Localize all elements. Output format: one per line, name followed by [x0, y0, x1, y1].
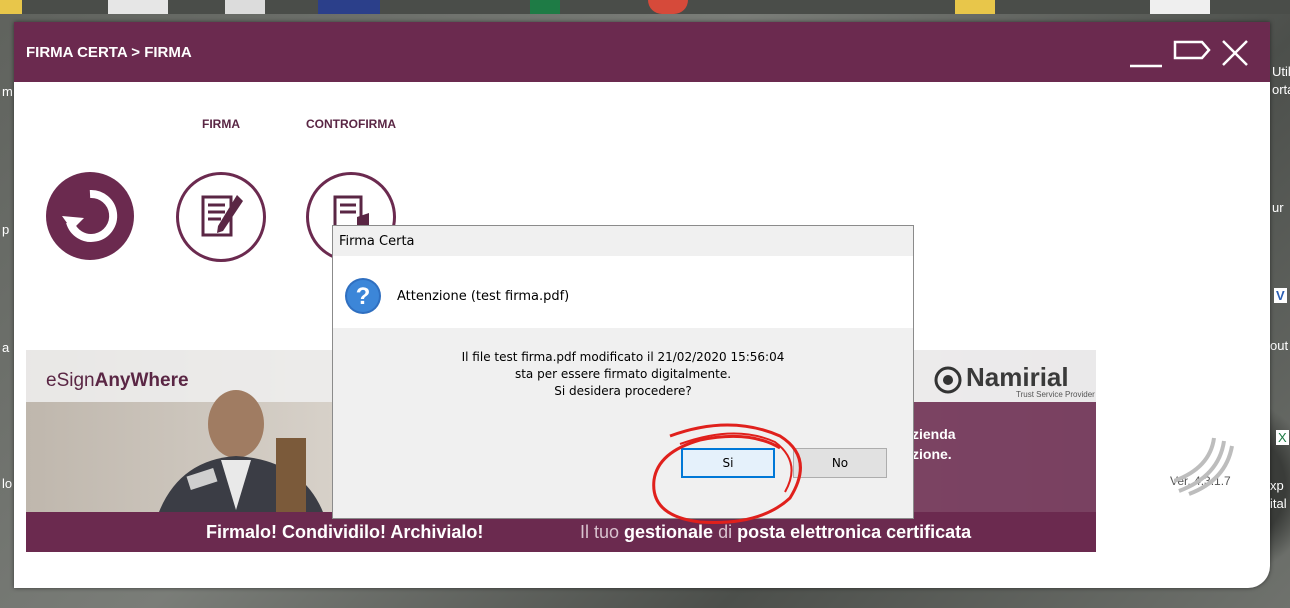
esignanywhere-logo: eSignAnyWhere: [46, 370, 189, 391]
desktop-label: Util: [1272, 64, 1290, 79]
close-icon[interactable]: [1220, 38, 1250, 68]
namirial-subtitle: Trust Service Provider: [1016, 390, 1095, 399]
firma-button[interactable]: [176, 172, 266, 262]
sign-document-icon: [201, 195, 243, 237]
document-icon[interactable]: [1150, 0, 1210, 14]
dialog-title: Firma Certa: [339, 234, 415, 249]
document-icon[interactable]: [225, 0, 265, 14]
excel-icon[interactable]: [530, 0, 560, 14]
refresh-button[interactable]: [46, 172, 134, 260]
dialog-heading: Attenzione (test firma.pdf): [397, 289, 570, 304]
minimize-icon[interactable]: [1128, 40, 1164, 70]
svg-text:?: ?: [356, 283, 371, 310]
desktop-label: ur: [1272, 200, 1284, 215]
slogan-right: Il tuo gestionale di posta elettronica c…: [580, 522, 972, 542]
tab-controfirma[interactable]: CONTROFIRMA: [306, 117, 396, 131]
desktop-label: m: [2, 84, 13, 99]
dialog-message: Il file test firma.pdf modificato il 21/…: [461, 350, 785, 398]
desktop-label: orta: [1272, 82, 1290, 97]
document-icon[interactable]: [108, 0, 168, 14]
desktop-icon-strip: [0, 0, 1290, 14]
desktop-label: ital: [1270, 496, 1287, 511]
no-button[interactable]: No: [793, 448, 887, 478]
confirm-dialog: Firma Certa ? Attenzione (test firma.pdf…: [332, 225, 914, 519]
folder-icon[interactable]: [0, 0, 22, 14]
namirial-logo-text: Namirial: [966, 362, 1069, 392]
desktop-label: out: [1270, 338, 1289, 353]
decorative-waves-icon: [1174, 437, 1234, 496]
desktop-label: lo: [2, 476, 13, 491]
desktop-label: p: [2, 222, 10, 237]
title-bar[interactable]: FIRMA CERTA > FIRMA: [14, 22, 1270, 82]
app-icon[interactable]: [318, 0, 380, 14]
slogan-left: Firmalo! Condividilo! Archivialo!: [206, 522, 484, 542]
window-title: FIRMA CERTA > FIRMA: [26, 44, 192, 61]
excel-icon[interactable]: X: [1276, 430, 1289, 445]
namirial-logo-icon: [934, 366, 962, 394]
word-icon[interactable]: V: [1274, 288, 1287, 303]
businessman-image: [156, 390, 326, 520]
desktop-label: xp: [1270, 478, 1284, 493]
folder-icon[interactable]: [955, 0, 995, 14]
banner-partial-text: zienda zione.: [912, 426, 956, 462]
desktop-label: a: [2, 340, 10, 355]
question-icon: ?: [345, 278, 381, 314]
refresh-icon: [62, 189, 118, 242]
chrome-icon[interactable]: [648, 0, 688, 14]
maximize-icon[interactable]: [1172, 38, 1212, 66]
tab-firma[interactable]: FIRMA: [202, 117, 240, 131]
yes-button[interactable]: Si: [681, 448, 775, 478]
